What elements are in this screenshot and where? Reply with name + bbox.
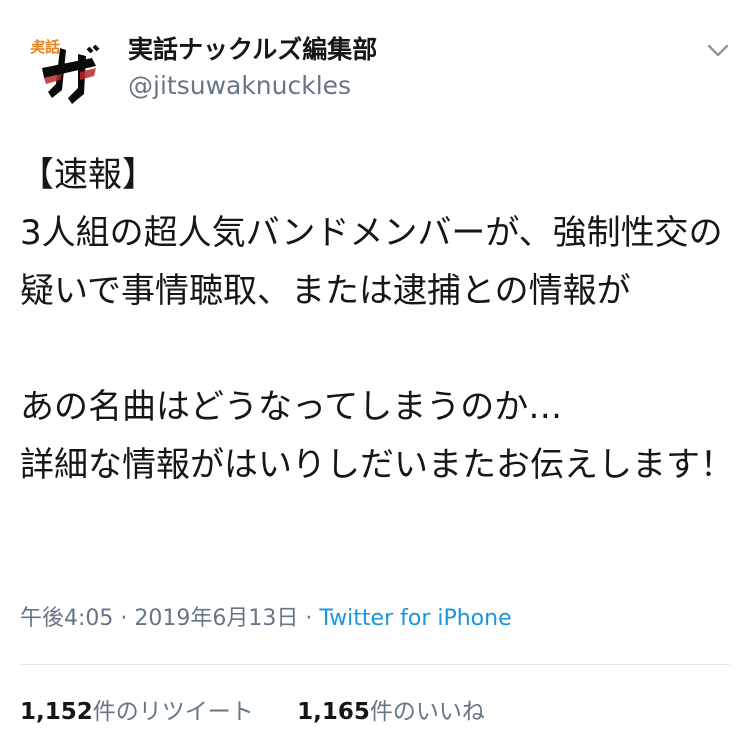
tweet-text: 【速報】 3人組の超人気バンドメンバーが、強制性交の疑いで事情聴取、または逮捕と…: [20, 155, 734, 485]
likes-label: 件のいいね: [369, 699, 485, 725]
tweet-date[interactable]: 2019年6月13日: [134, 606, 298, 631]
tweet-stats: 1,152件のリツイート 1,165件のいいね: [20, 696, 485, 728]
retweets-label: 件のリツイート: [92, 699, 254, 725]
tweet-time[interactable]: 午後4:05: [20, 606, 113, 631]
avatar[interactable]: 実話: [22, 28, 110, 116]
likes-stat[interactable]: 1,165件のいいね: [297, 696, 485, 728]
author-handle[interactable]: @jitsuwaknuckles: [128, 70, 351, 102]
tweet-meta: 午後4:05 · 2019年6月13日 · Twitter for iPhone: [20, 604, 512, 634]
chevron-down-icon[interactable]: [704, 36, 732, 64]
author-display-name[interactable]: 実話ナックルズ編集部: [128, 34, 377, 66]
tweet-source-link[interactable]: Twitter for iPhone: [319, 606, 511, 631]
retweets-stat[interactable]: 1,152件のリツイート: [20, 696, 254, 728]
avatar-text: 実話: [30, 38, 60, 56]
likes-count: 1,165: [297, 699, 370, 725]
avatar-logo: 実話: [30, 38, 100, 104]
meta-separator: ·: [305, 606, 313, 631]
meta-separator: ·: [120, 606, 128, 631]
retweets-count: 1,152: [20, 699, 93, 725]
divider: [20, 664, 730, 665]
